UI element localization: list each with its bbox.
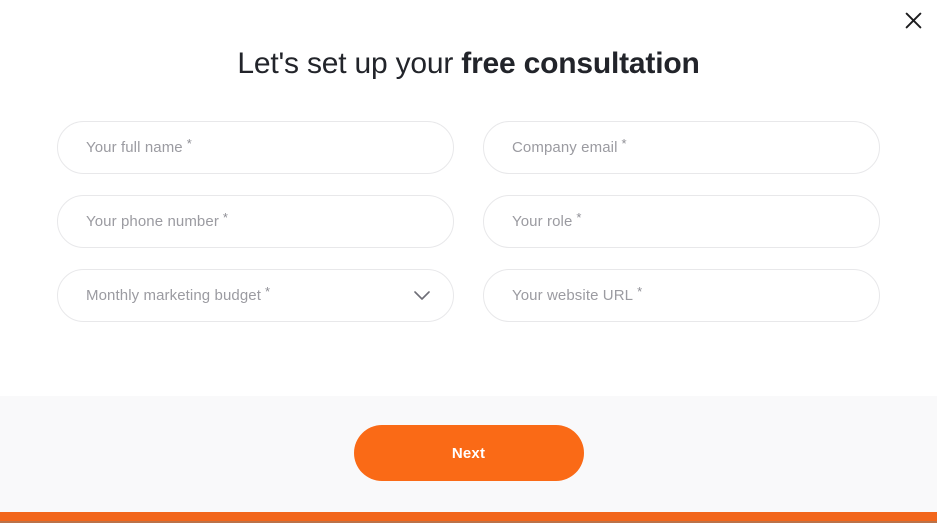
field-company-email[interactable]: Company email * [483, 121, 880, 174]
field-monthly-marketing-budget[interactable]: Monthly marketing budget * [57, 269, 454, 322]
field-phone-number-label: Your phone number * [86, 209, 229, 230]
field-role-label: Your role * [512, 209, 582, 230]
required-asterisk: * [621, 135, 627, 151]
next-button[interactable]: Next [353, 425, 584, 481]
required-asterisk: * [186, 135, 192, 151]
required-asterisk: * [265, 283, 271, 299]
title-strong: free consultation [461, 47, 700, 80]
field-phone-number[interactable]: Your phone number * [57, 195, 454, 248]
close-button[interactable] [899, 6, 927, 34]
field-full-name[interactable]: Your full name * [57, 121, 454, 174]
required-asterisk: * [637, 283, 643, 299]
page-title: Let's set up your free consultation [57, 46, 880, 82]
field-company-email-label: Company email * [512, 135, 627, 156]
field-monthly-marketing-budget-label: Monthly marketing budget * [86, 283, 271, 304]
field-full-name-label: Your full name * [86, 135, 192, 156]
consultation-modal: Let's set up your free consultation Your… [0, 0, 937, 523]
required-asterisk: * [222, 209, 229, 225]
chevron-down-icon [414, 290, 430, 301]
close-icon [905, 12, 922, 29]
field-website-url[interactable]: Your website URL * [483, 269, 880, 322]
consultation-form: Your full name * Company email * Your phon… [57, 121, 880, 322]
field-role[interactable]: Your role * [483, 195, 880, 248]
field-website-url-label: Your website URL * [512, 283, 643, 304]
required-asterisk: * [576, 209, 582, 225]
modal-body: Let's set up your free consultation Your… [0, 0, 937, 396]
title-normal: Let's set up your [237, 47, 462, 80]
modal-footer: Next [0, 396, 937, 523]
